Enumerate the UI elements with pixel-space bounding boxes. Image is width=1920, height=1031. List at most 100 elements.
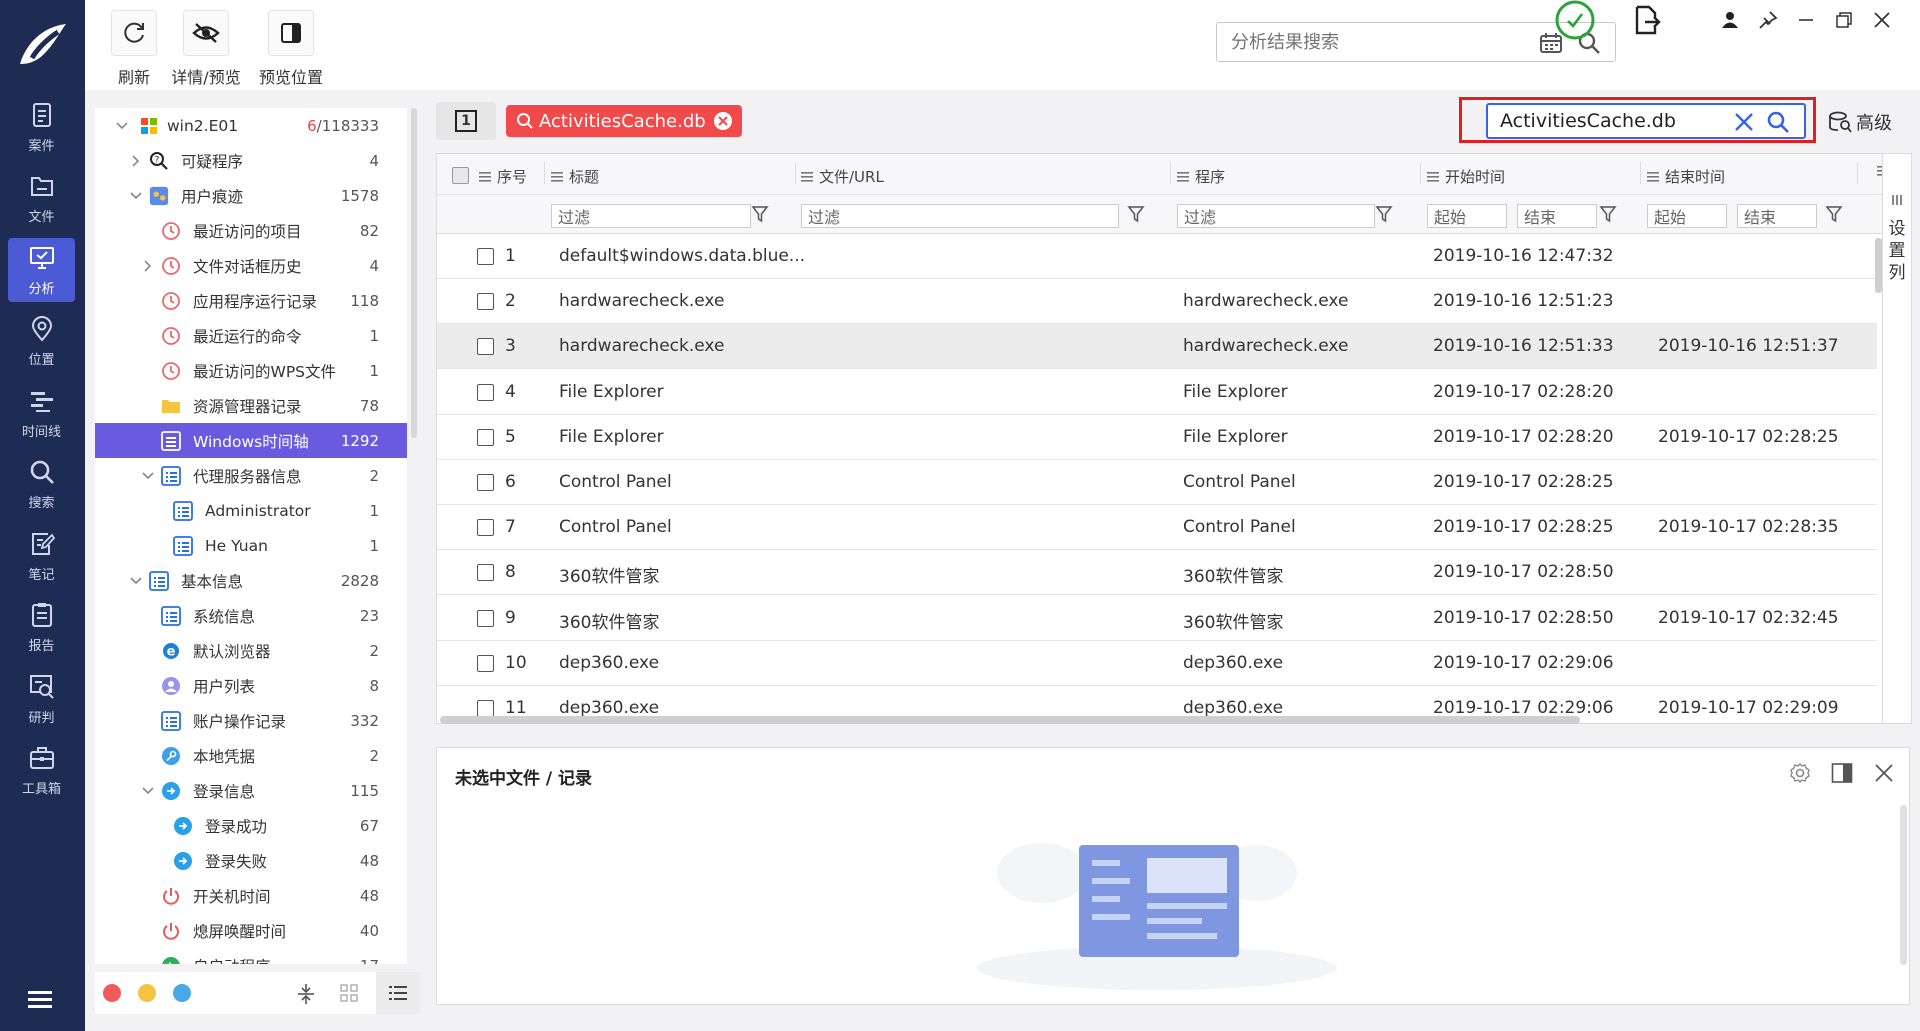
yellow-tag-filter[interactable] bbox=[138, 984, 156, 1002]
tree-node[interactable]: 系统信息 23 bbox=[95, 598, 407, 633]
row-checkbox[interactable] bbox=[477, 700, 494, 717]
tree-node[interactable]: 最近运行的命令 1 bbox=[95, 318, 407, 353]
column-separator[interactable] bbox=[544, 162, 545, 184]
start-time-to-input[interactable]: 结束 bbox=[1517, 204, 1597, 228]
nav-item-judge[interactable]: 研判 bbox=[8, 667, 75, 731]
menu-icon[interactable] bbox=[28, 990, 56, 1010]
nav-item-timeline[interactable]: 时间线 bbox=[8, 381, 75, 445]
row-checkbox[interactable] bbox=[477, 609, 494, 627]
select-all-checkbox[interactable] bbox=[452, 167, 469, 184]
tree-node[interactable]: He Yuan 1 bbox=[95, 528, 407, 563]
restore-icon[interactable] bbox=[1831, 0, 1857, 40]
advanced-search-button[interactable]: 高级 bbox=[1828, 109, 1892, 135]
list-view-icon[interactable] bbox=[376, 972, 420, 1014]
settings-gear-icon[interactable] bbox=[1789, 762, 1811, 788]
pin-icon[interactable] bbox=[1755, 0, 1781, 40]
nav-item-note[interactable]: 笔记 bbox=[8, 524, 75, 588]
tree-node[interactable]: 本地凭据 2 bbox=[95, 738, 407, 773]
row-checkbox[interactable] bbox=[477, 519, 494, 537]
row-checkbox[interactable] bbox=[477, 428, 494, 446]
row-checkbox[interactable] bbox=[477, 293, 494, 311]
result-search-input[interactable] bbox=[1231, 31, 1531, 53]
tree-node[interactable]: 开关机时间 48 bbox=[95, 878, 407, 913]
search-chip[interactable]: ActivitiesCache.db bbox=[506, 105, 742, 137]
refresh-button[interactable]: 刷新 bbox=[111, 10, 157, 88]
table-horizontal-scrollbar[interactable] bbox=[440, 716, 1580, 724]
tree-node[interactable]: 最近访问的WPS文件 1 bbox=[95, 353, 407, 388]
tree-node[interactable]: win2.E01 6/118333 bbox=[95, 108, 407, 143]
chevron-right-icon[interactable] bbox=[129, 154, 143, 168]
tab-number-button[interactable]: 1 bbox=[436, 102, 496, 140]
table-search-input[interactable] bbox=[1500, 110, 1720, 132]
column-header[interactable]: 开始时间 bbox=[1427, 166, 1505, 187]
tree-node[interactable]: 代理服务器信息 2 bbox=[95, 458, 407, 493]
end-time-to-input[interactable]: 结束 bbox=[1737, 204, 1817, 228]
grid-view-icon[interactable] bbox=[340, 984, 358, 1006]
column-separator[interactable] bbox=[1170, 162, 1171, 184]
nav-item-toolbox[interactable]: 工具箱 bbox=[8, 739, 75, 803]
tree-node[interactable]: 账户操作记录 332 bbox=[95, 703, 407, 738]
table-row[interactable]: 8 360软件管家 360软件管家 2019-10-17 02:28:50 bbox=[437, 550, 1877, 596]
tree-node[interactable]: 用户列表 8 bbox=[95, 668, 407, 703]
column-settings-button[interactable]: 设 置 列 bbox=[1882, 153, 1912, 724]
blue-tag-filter[interactable] bbox=[173, 984, 191, 1002]
filter-funnel-icon[interactable] bbox=[1127, 205, 1147, 225]
user-icon[interactable] bbox=[1717, 0, 1743, 40]
title-filter-input[interactable]: 过滤 bbox=[551, 204, 751, 228]
shield-check-icon[interactable] bbox=[1553, 0, 1597, 40]
tree-node[interactable]: 最近访问的项目 82 bbox=[95, 213, 407, 248]
tree-node[interactable]: 资源管理器记录 78 bbox=[95, 388, 407, 423]
chevron-right-icon[interactable] bbox=[141, 259, 155, 273]
table-row[interactable]: 2 hardwarecheck.exe hardwarecheck.exe 2019-… bbox=[437, 279, 1877, 325]
tree-scrollbar[interactable] bbox=[411, 108, 417, 438]
detail-preview-button[interactable]: 详情/预览 bbox=[166, 10, 246, 88]
tree-node[interactable]: 登录信息 115 bbox=[95, 773, 407, 808]
table-row[interactable]: 6 Control Panel Control Panel 2019-10-17 02… bbox=[437, 460, 1877, 505]
chevron-down-icon[interactable] bbox=[141, 784, 155, 798]
table-row[interactable]: 7 Control Panel Control Panel 2019-10-17 02… bbox=[437, 505, 1877, 551]
table-vertical-scrollbar[interactable] bbox=[1875, 238, 1882, 293]
table-row[interactable]: 1 default$windows.data.blue... 2019-10-16 … bbox=[437, 234, 1877, 279]
nav-item-search[interactable]: 搜索 bbox=[8, 453, 75, 517]
table-row[interactable]: 5 File Explorer File Explorer 2019-10-17 02… bbox=[437, 415, 1877, 460]
column-separator[interactable] bbox=[795, 162, 796, 184]
table-row[interactable]: 9 360软件管家 360软件管家 2019-10-17 02:28:50 2019-1… bbox=[437, 596, 1877, 641]
url-filter-input[interactable]: 过滤 bbox=[801, 204, 1119, 228]
column-separator[interactable] bbox=[1420, 162, 1421, 184]
minimize-icon[interactable] bbox=[1793, 0, 1819, 40]
program-filter-input[interactable]: 过滤 bbox=[1177, 204, 1375, 228]
table-row[interactable]: 4 File Explorer File Explorer 2019-10-17 02… bbox=[437, 370, 1877, 415]
filter-funnel-icon[interactable] bbox=[1599, 205, 1619, 225]
column-header[interactable]: 结束时间 bbox=[1647, 166, 1725, 187]
export-icon[interactable] bbox=[1630, 0, 1664, 40]
tree-node[interactable]: 自启动程序 17 bbox=[95, 948, 407, 964]
tree-node[interactable]: Administrator 1 bbox=[95, 493, 407, 528]
chevron-down-icon[interactable] bbox=[129, 189, 143, 203]
tree-node[interactable]: 登录成功 67 bbox=[95, 808, 407, 843]
chevron-down-icon[interactable] bbox=[141, 469, 155, 483]
table-search-box[interactable] bbox=[1486, 103, 1806, 139]
red-tag-filter[interactable] bbox=[103, 984, 121, 1002]
filter-funnel-icon[interactable] bbox=[751, 205, 771, 225]
column-separator[interactable] bbox=[1640, 162, 1641, 184]
nav-item-analysis[interactable]: 分析 bbox=[8, 238, 75, 302]
row-checkbox[interactable] bbox=[477, 338, 494, 356]
table-row[interactable]: 3 hardwarecheck.exe hardwarecheck.exe 2019-… bbox=[437, 324, 1877, 370]
chip-close-icon[interactable] bbox=[713, 112, 732, 130]
tree-node[interactable]: 应用程序运行记录 118 bbox=[95, 283, 407, 318]
row-checkbox[interactable] bbox=[477, 248, 494, 265]
clear-icon[interactable] bbox=[1734, 112, 1754, 136]
end-time-from-input[interactable]: 起始 bbox=[1647, 204, 1727, 228]
tree-node[interactable]: ? 可疑程序 4 bbox=[95, 143, 407, 178]
row-checkbox[interactable] bbox=[477, 564, 494, 582]
tree-node[interactable]: Windows时间轴 1292 bbox=[95, 423, 407, 458]
tree-node[interactable]: 登录失败 48 bbox=[95, 843, 407, 878]
chevron-down-icon[interactable] bbox=[115, 119, 129, 133]
detail-scrollbar[interactable] bbox=[1900, 805, 1907, 965]
column-header[interactable]: 序号 bbox=[479, 166, 527, 187]
close-icon[interactable] bbox=[1869, 0, 1895, 40]
column-header[interactable]: 程序 bbox=[1177, 166, 1225, 187]
detail-close-icon[interactable] bbox=[1873, 762, 1895, 788]
tree-node[interactable]: 基本信息 2828 bbox=[95, 563, 407, 598]
start-time-from-input[interactable]: 起始 bbox=[1427, 204, 1507, 228]
